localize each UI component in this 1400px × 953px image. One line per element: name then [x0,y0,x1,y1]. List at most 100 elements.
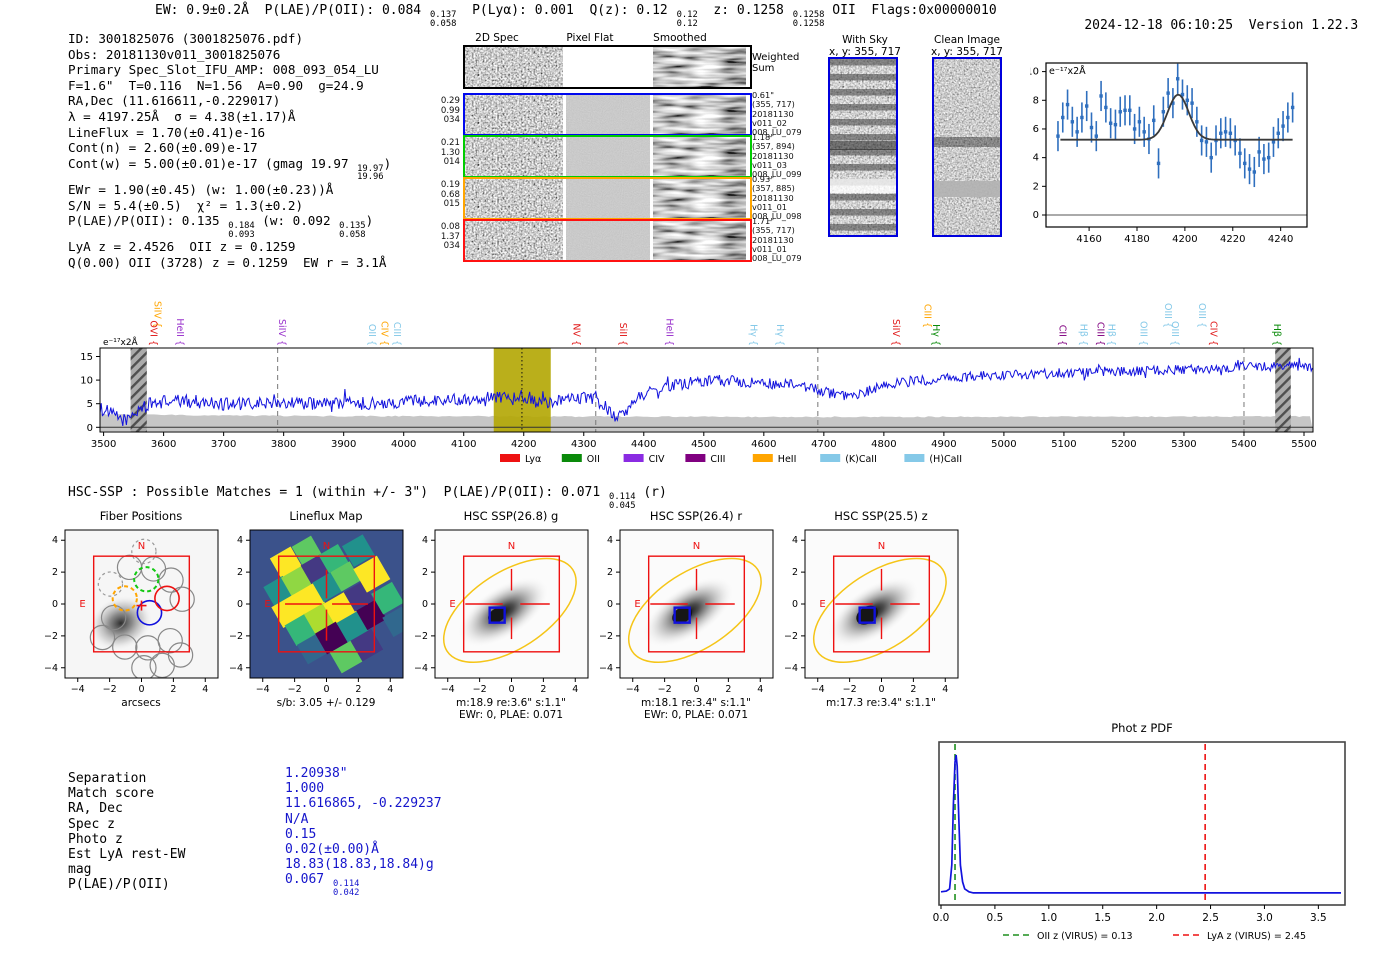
legend-item-CIII: CIII [685,454,725,465]
svg-text:−2: −2 [599,631,613,642]
spectral-line-label: CIII { [391,322,402,346]
panel-caption: s/b: 3.05 +/- 0.129 [277,697,376,709]
info-line-11-hilo: 0.135 0.058 [339,221,366,240]
error-band [100,413,1313,432]
with-sky-image [828,57,898,237]
legend-item-(K)CaII: (K)CaII [820,454,877,465]
summary-stat-hilo: 0.1258 0.1258 [792,10,825,29]
svg-text:4: 4 [52,535,58,546]
2d-fine-image [465,179,563,218]
info-line-10: S/N = 5.4(±0.5) χ² = 1.3(±0.2) [68,198,391,214]
panel-hsc-ssp-26-4-r: HSC SSP(26.4) r −4 −4 −2 −2 0 0 2 2 4 4 N Em:18.1 re… [599,509,774,721]
svg-text:3.5: 3.5 [1310,912,1327,924]
svg-text:−2: −2 [229,631,243,642]
svg-text:6: 6 [1033,124,1039,135]
twod-col-title-smoothed: Smoothed [653,32,707,44]
info-line-9-text: EWr = 1.90(±0.45) (w: 1.00(±0.23))Å [68,181,334,197]
clean-image [932,57,1002,237]
svg-text:4: 4 [202,684,208,695]
info-line-11-text: ) [365,213,374,229]
svg-text:2.0: 2.0 [1148,912,1165,924]
compass-east: E [79,599,85,610]
2d-fine-image [465,47,563,87]
2d-fine-image [465,137,563,176]
match-value-2-text: 11.616865, -0.229237 [285,796,442,812]
svg-text:4: 4 [942,684,948,695]
info-line-2: Primary Spec_Slot_IFU_AMP: 008_093_054_L… [68,62,391,78]
svg-text:0: 0 [422,599,428,610]
summary-stat-hilo: 0.137 0.058 [429,10,457,29]
match-value-6-text: 18.83(18.83,18.84)g [285,857,434,873]
weighted-sum-label: Weighted Sum [752,52,800,74]
svg-text:−4: −4 [71,684,85,695]
svg-text:5100: 5100 [1051,439,1076,450]
svg-text:−2: −2 [288,684,302,695]
spectral-line-label: OIII { [1169,321,1180,346]
info-line-0: ID: 3001825076 (3001825076.pdf) [68,31,391,47]
info-line-3: F=1.6" T=0.116 N=1.56 A=0.90 g=24.9 [68,78,391,94]
hsc-line-text: HSC-SSP : Possible Matches = 1 (within +… [68,485,609,500]
info-line-11-text: P(LAE)/P(OII): 0.135 [68,213,228,229]
hsc-match-summary-line: HSC-SSP : Possible Matches = 1 (within +… [68,485,667,510]
info-line-8-text: ) [383,155,392,171]
summary-stat-hilo: 0.12 0.12 [676,10,698,29]
compass-north: N [693,541,700,552]
info-line-11-text: (w: 0.092 [254,213,339,229]
match-row-6: mag 18.83(18.83,18.84)g [68,857,442,877]
svg-text:2: 2 [52,567,58,578]
match-value-7-hilo: 0.114 0.042 [332,879,360,899]
compass-north: N [138,541,145,552]
spectral-line-label: CIV { [379,321,390,346]
svg-text:4400: 4400 [631,439,656,450]
photz-legend-item: OII z (VIRUS) = 0.13 [1003,931,1133,942]
svg-text:−4: −4 [811,684,825,695]
svg-text:4900: 4900 [931,439,956,450]
svg-text:0: 0 [87,423,93,434]
match-label: Match score [68,786,155,802]
match-value: 0.15 [285,827,316,842]
compass-east: E [819,599,825,610]
info-line-8: Cont(w) = 5.00(±0.01)e-17 (gmag 19.97 19… [68,156,391,182]
svg-text:1.5: 1.5 [1094,912,1111,924]
svg-text:4: 4 [387,684,393,695]
panel-fiber-positions: Fiber Positions −4 −4 −2 −2 0 0 2 2 4 4 N Earcsecs [44,509,219,709]
svg-text:−2: −2 [658,684,672,695]
legend-item-HeII: HeII [752,454,796,465]
svg-text:3900: 3900 [331,439,356,450]
2d-smooth-image [653,137,746,176]
match-value: 1.000 [285,781,324,796]
spectral-line-label: Hγ { [930,324,941,346]
svg-text:2: 2 [355,684,361,695]
legend-item-Lyα: Lyα [500,454,541,465]
twod-col-title-flat: Pixel Flat [566,32,614,44]
panel-lineflux-map: Lineflux Map −4 −4 −2 −2 0 0 2 2 4 4 N Es/b: 3.05 +/… [229,509,404,709]
2d-fine-image [465,221,563,260]
spectral-line-label: Hγ { [774,324,785,346]
svg-text:4800: 4800 [871,439,896,450]
2d-smooth-image [653,47,746,87]
match-label: Photo z [68,831,123,847]
panel-caption: m:17.3 re:3.4" s:1.1" [826,697,936,709]
svg-text:0: 0 [607,599,613,610]
match-value: 0.067 0.114 0.042 [285,872,359,897]
spectral-line-label: HeII { [664,318,675,346]
match-value: 11.616865, -0.229237 [285,796,442,811]
svg-text:2: 2 [1033,181,1039,192]
elixer-report-page: EW: 0.9±0.2Å P(LAE)/P(OII): 0.084 0.137 0… [0,0,1400,953]
info-line-12: LyA z = 2.4526 OII z = 0.1259 [68,239,391,255]
svg-text:−2: −2 [103,684,117,695]
info-line-13: Q(0.00) OII (3728) z = 0.1259 EW r = 3.1… [68,255,391,271]
info-line-6-text: LineFlux = 1.70(±0.41)e-16 [68,124,266,140]
svg-text:5200: 5200 [1111,439,1136,450]
svg-text:−2: −2 [414,631,428,642]
match-value-0-text: 1.20938" [285,766,348,781]
spectral-line-label: Hβ { [1078,324,1089,346]
with-sky-noise [830,59,896,235]
spectrum-line [99,357,1313,426]
info-line-11-hilo: 0.184 0.093 [228,221,255,240]
svg-text:(H)CaII: (H)CaII [929,454,962,465]
svg-text:0: 0 [1033,210,1039,221]
info-line-1-text: Obs: 20181130v011_3001825076 [68,46,281,62]
svg-text:5500: 5500 [1291,439,1316,450]
fiber-row-weights-1: 0.21 1.30 014 [440,138,460,168]
